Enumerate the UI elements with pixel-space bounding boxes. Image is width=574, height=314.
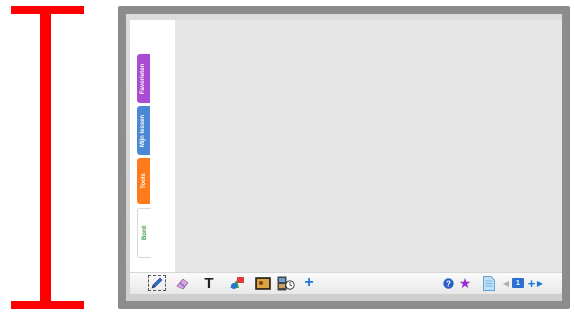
tab-bord-label: Bord [141,226,148,240]
side-panel: Favorieten Mijn lessen Tools Bord [130,20,176,285]
tab-tools[interactable]: Tools [137,158,150,204]
page-overview-button[interactable] [482,275,496,291]
whiteboard-frame: Favorieten Mijn lessen Tools Bord T + ? … [118,6,570,309]
drawing-canvas[interactable] [175,20,562,285]
help-button[interactable]: ? [442,275,454,291]
text-tool-button[interactable]: T [202,275,216,292]
tab-bord[interactable]: Bord [137,208,151,258]
eraser-icon [176,278,189,290]
tab-mijn-lessen[interactable]: Mijn lessen [137,106,150,155]
ibeam-cursor-stem [40,6,51,309]
shapes-tool-button[interactable] [228,275,246,291]
help-icon: ? [442,277,454,289]
page-number: 1 [512,278,524,288]
pen-tool-button[interactable] [148,275,166,291]
add-tool-button[interactable]: + [302,274,316,291]
media-icon [277,276,295,290]
add-page-button[interactable]: + [527,275,536,291]
help-label: ? [446,279,451,288]
pen-icon [151,277,163,289]
shapes-icon [230,277,244,289]
previous-page-button[interactable]: ◀ [502,275,510,291]
tab-mijn-lessen-label: Mijn lessen [140,114,147,147]
tab-favorieten[interactable]: Favorieten [137,54,150,103]
star-icon: ★ [458,274,472,291]
image-icon [255,276,271,290]
media-tool-button[interactable] [276,275,296,291]
eraser-tool-button[interactable] [175,275,191,291]
ibeam-cursor-bottom [11,301,84,309]
bottom-toolbar: T + ? ★ ◀ 1 + ▶ [130,272,562,294]
page-icon [483,275,495,291]
favorite-star-button[interactable]: ★ [457,275,473,291]
tab-tools-label: Tools [140,173,147,189]
image-tool-button[interactable] [254,275,272,291]
next-page-button[interactable]: ▶ [536,275,544,291]
tab-favorieten-label: Favorieten [140,63,147,94]
